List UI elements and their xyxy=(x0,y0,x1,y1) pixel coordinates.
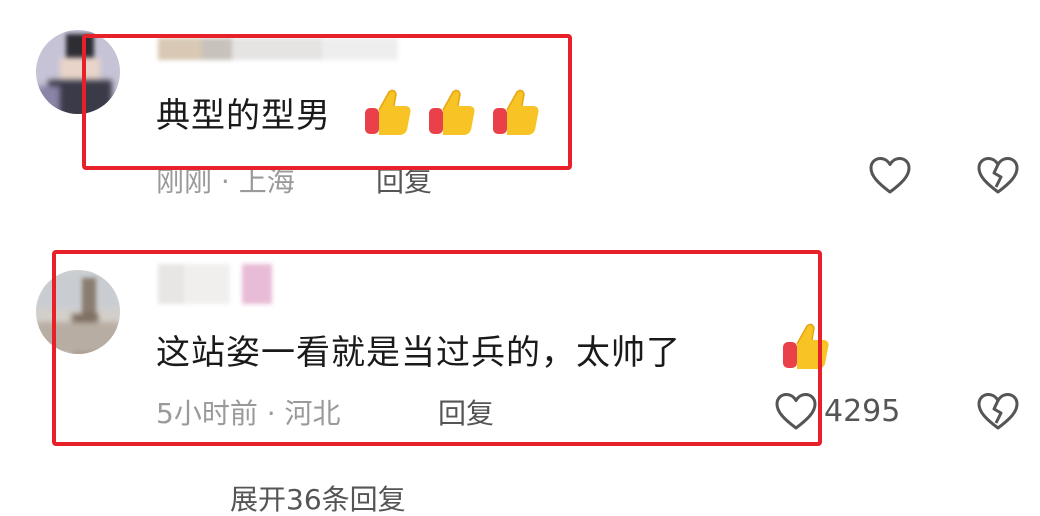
thumbs-up-icon xyxy=(429,89,475,135)
reply-button[interactable]: 回复 xyxy=(438,398,494,430)
thumbs-up-icon xyxy=(783,323,829,369)
comment-meta: 刚刚 · 上海 xyxy=(156,165,295,198)
comment-item: 这站姿一看就是当过兵的，太帅了 5小时前 · 河北 回复 4295 xyxy=(0,240,1040,455)
emoji-row xyxy=(780,320,832,372)
heart-icon xyxy=(775,393,817,430)
dislike-button[interactable] xyxy=(976,392,1020,436)
thumbs-up-icon xyxy=(493,89,539,135)
avatar[interactable] xyxy=(36,270,120,354)
avatar[interactable] xyxy=(36,30,120,114)
heart-icon xyxy=(869,157,911,194)
dislike-button[interactable] xyxy=(976,156,1020,200)
comment-text: 这站姿一看就是当过兵的，太帅了 xyxy=(156,333,681,373)
expand-replies-link[interactable]: 展开36条回复 xyxy=(230,484,406,516)
reply-button[interactable]: 回复 xyxy=(376,166,432,198)
like-button[interactable]: 4295 xyxy=(774,392,900,432)
username[interactable] xyxy=(158,264,278,304)
comment-meta: 5小时前 · 河北 xyxy=(156,397,341,430)
broken-heart-icon xyxy=(977,393,1019,430)
comment-item: 典型的型男 刚刚 · 上海 回复 xyxy=(0,0,1040,230)
broken-heart-icon xyxy=(977,157,1019,194)
thumbs-up-icon xyxy=(365,89,411,135)
username[interactable] xyxy=(158,38,398,60)
like-button[interactable] xyxy=(868,156,918,196)
comment-text: 典型的型男 xyxy=(156,96,331,136)
emoji-row xyxy=(362,86,542,138)
like-count: 4295 xyxy=(824,394,901,429)
